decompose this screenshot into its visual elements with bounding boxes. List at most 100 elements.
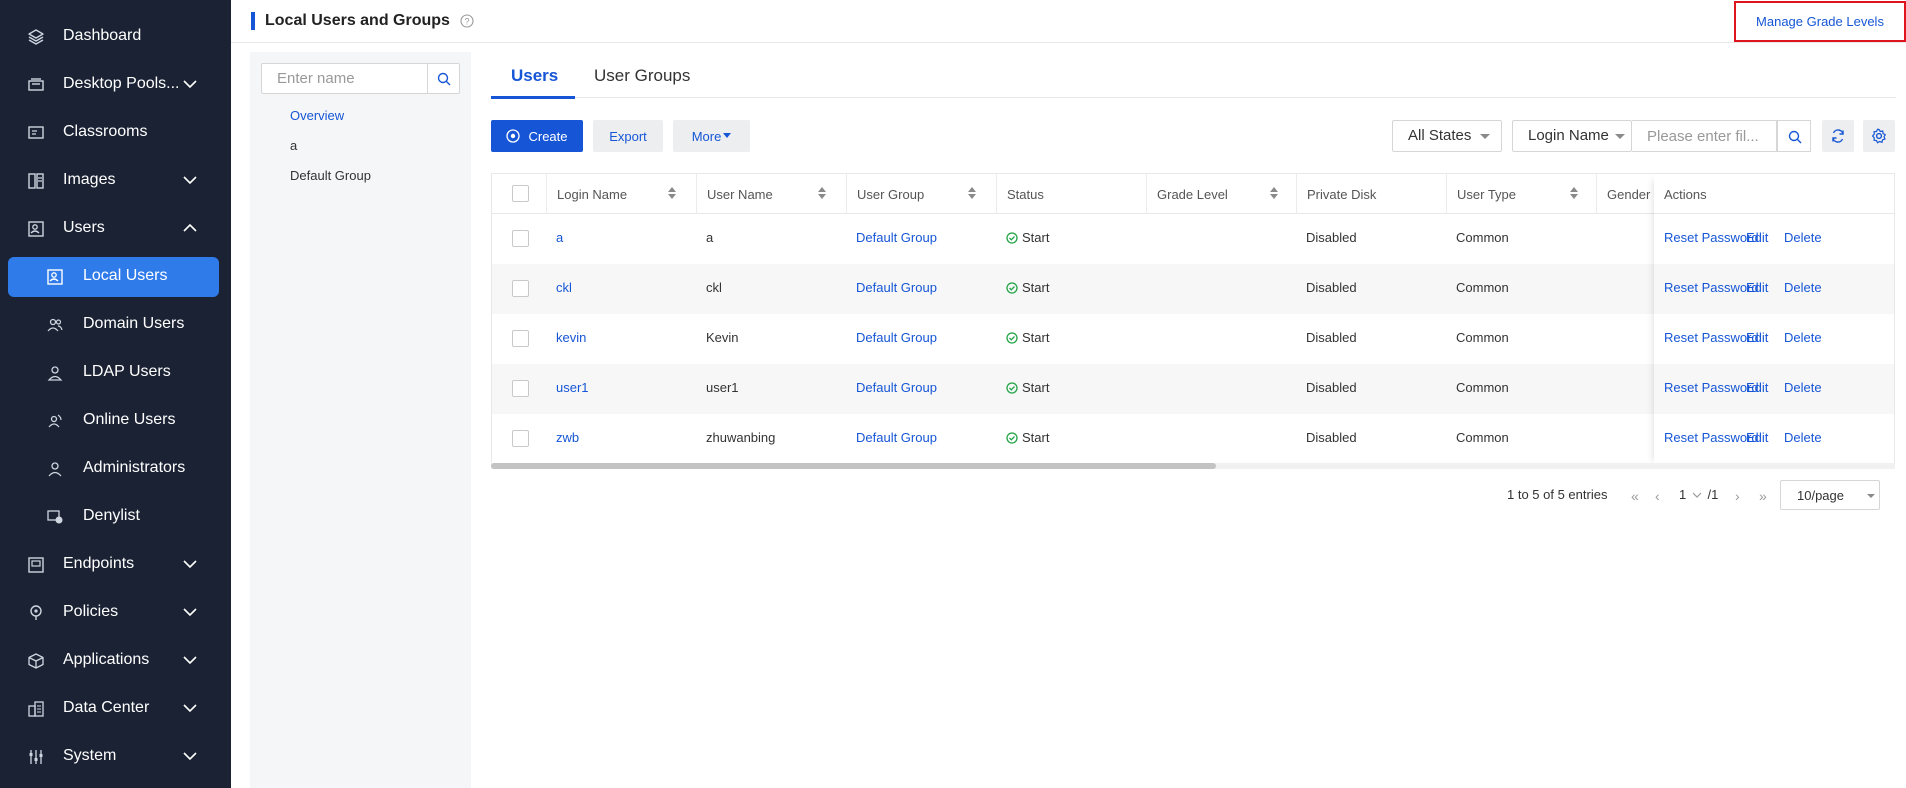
manage-grade-levels-link[interactable]: Manage Grade Levels	[1734, 1, 1906, 42]
field-filter-select[interactable]: Login Name	[1512, 120, 1632, 152]
refresh-button[interactable]	[1822, 120, 1854, 152]
cell-group[interactable]: Default Group	[856, 430, 937, 445]
first-page-icon[interactable]: «	[1631, 488, 1639, 504]
sidebar-item-desktop-pools[interactable]: Desktop Pools...	[0, 63, 231, 107]
sidebar-item-local-users[interactable]: Local Users	[8, 257, 219, 297]
sidebar-item-label: Classrooms	[63, 123, 148, 140]
cell-group[interactable]: Default Group	[856, 280, 937, 295]
cell-login[interactable]: zwb	[556, 430, 579, 445]
tab-user-groups[interactable]: User Groups	[594, 66, 690, 86]
last-page-icon[interactable]: »	[1759, 488, 1767, 504]
row-checkbox[interactable]	[512, 380, 529, 397]
image-icon	[28, 173, 44, 189]
filter-input-wrap	[1632, 120, 1777, 152]
row-checkbox[interactable]	[512, 430, 529, 447]
column-label: User Type	[1457, 187, 1517, 202]
classroom-icon	[28, 126, 44, 139]
sidebar-item-system[interactable]: System	[0, 735, 231, 779]
row-checkbox[interactable]	[512, 330, 529, 347]
cell-status: Start	[1006, 230, 1049, 245]
sidebar-item-domain-users[interactable]: Domain Users	[0, 303, 231, 347]
cell-login[interactable]: user1	[556, 380, 589, 395]
page-size-value: 10/page	[1797, 488, 1844, 503]
layers-icon	[28, 29, 44, 45]
cell-type: Common	[1456, 380, 1509, 395]
sidebar-item-data-center[interactable]: Data Center	[0, 687, 231, 731]
sidebar-item-online-users[interactable]: Online Users	[0, 399, 231, 443]
tab-users[interactable]: Users	[511, 66, 558, 86]
chevron-down-icon	[1692, 492, 1702, 498]
group-search-button[interactable]	[427, 64, 459, 93]
check-circle-icon	[1006, 381, 1018, 394]
column-grade-level[interactable]: Grade Level	[1146, 174, 1296, 214]
plus-circle-icon	[506, 129, 521, 143]
sidebar-item-endpoints[interactable]: Endpoints	[0, 543, 231, 587]
sidebar-item-label: Local Users	[83, 267, 168, 284]
state-filter-select[interactable]: All States	[1392, 120, 1502, 152]
group-search-input[interactable]	[262, 64, 427, 93]
sidebar-item-label: Endpoints	[63, 555, 135, 572]
sidebar-item-dashboard[interactable]: Dashboard	[0, 15, 231, 59]
cell-disk: Disabled	[1306, 230, 1357, 245]
column-user-group[interactable]: User Group	[846, 174, 996, 214]
horizontal-scrollbar[interactable]	[491, 463, 1895, 469]
sidebar-item-applications[interactable]: Applications	[0, 639, 231, 683]
prev-page-icon[interactable]: ‹	[1655, 488, 1660, 504]
refresh-icon	[1832, 129, 1844, 143]
more-button[interactable]: More	[673, 120, 750, 152]
sidebar-item-ldap-users[interactable]: LDAP Users	[0, 351, 231, 395]
chevron-down-icon	[183, 656, 197, 665]
column-gender: Gender	[1596, 174, 1654, 214]
cell-group[interactable]: Default Group	[856, 380, 937, 395]
group-search	[261, 63, 460, 94]
check-circle-icon	[1006, 281, 1018, 294]
select-all-checkbox[interactable]	[512, 185, 529, 202]
sort-icon	[1270, 187, 1278, 199]
sidebar-item-label: Administrators	[83, 459, 186, 476]
scrollbar-thumb[interactable]	[491, 463, 1216, 469]
sidebar-item-denylist[interactable]: Denylist	[0, 495, 231, 539]
cell-group[interactable]: Default Group	[856, 230, 937, 245]
page-size-select[interactable]: 10/page	[1780, 480, 1880, 510]
create-label: Create	[528, 128, 568, 144]
sidebar-item-label: Users	[63, 219, 105, 236]
caret-down-icon	[1615, 134, 1625, 139]
create-button[interactable]: Create	[491, 120, 583, 152]
status-text: Start	[1022, 230, 1050, 245]
tree-item-default-group[interactable]: Default Group	[290, 168, 371, 183]
sidebar-item-label: Dashboard	[63, 27, 142, 44]
sidebar-item-label: Applications	[63, 651, 150, 668]
filter-search-button[interactable]	[1777, 120, 1811, 152]
sidebar-item-users[interactable]: Users	[0, 207, 231, 251]
sidebar-item-images[interactable]: Images	[0, 159, 231, 203]
page-indicator[interactable]: 1 /1	[1679, 487, 1718, 502]
page-header: Local Users and Groups ? Manage Grade Le…	[231, 0, 1906, 43]
sidebar-item-classrooms[interactable]: Classrooms	[0, 111, 231, 155]
sidebar-item-label: Online Users	[83, 411, 176, 428]
column-user-type[interactable]: User Type	[1446, 174, 1596, 214]
cell-group[interactable]: Default Group	[856, 330, 937, 345]
column-user-name[interactable]: User Name	[696, 174, 846, 214]
check-circle-icon	[1006, 231, 1018, 244]
cell-type: Common	[1456, 230, 1509, 245]
cell-login[interactable]: ckl	[556, 280, 572, 295]
help-icon[interactable]: ?	[460, 14, 474, 28]
tree-item-overview[interactable]: Overview	[290, 108, 344, 123]
cell-login[interactable]: a	[556, 230, 563, 245]
filter-input[interactable]	[1632, 121, 1776, 151]
export-button[interactable]: Export	[593, 120, 663, 152]
tree-item-group-a[interactable]: a	[290, 138, 297, 153]
settings-button[interactable]	[1863, 120, 1895, 152]
sidebar-item-label: Images	[63, 171, 116, 188]
row-checkbox[interactable]	[512, 280, 529, 297]
cell-status: Start	[1006, 330, 1049, 345]
next-page-icon[interactable]: ›	[1735, 488, 1740, 504]
row-checkbox[interactable]	[512, 230, 529, 247]
cell-login[interactable]: kevin	[556, 330, 586, 345]
denylist-icon	[47, 510, 63, 524]
cell-type: Common	[1456, 330, 1509, 345]
check-circle-icon	[1006, 431, 1018, 444]
sidebar-item-policies[interactable]: Policies	[0, 591, 231, 635]
sidebar-item-administrators[interactable]: Administrators	[0, 447, 231, 491]
column-login-name[interactable]: Login Name	[546, 174, 696, 214]
